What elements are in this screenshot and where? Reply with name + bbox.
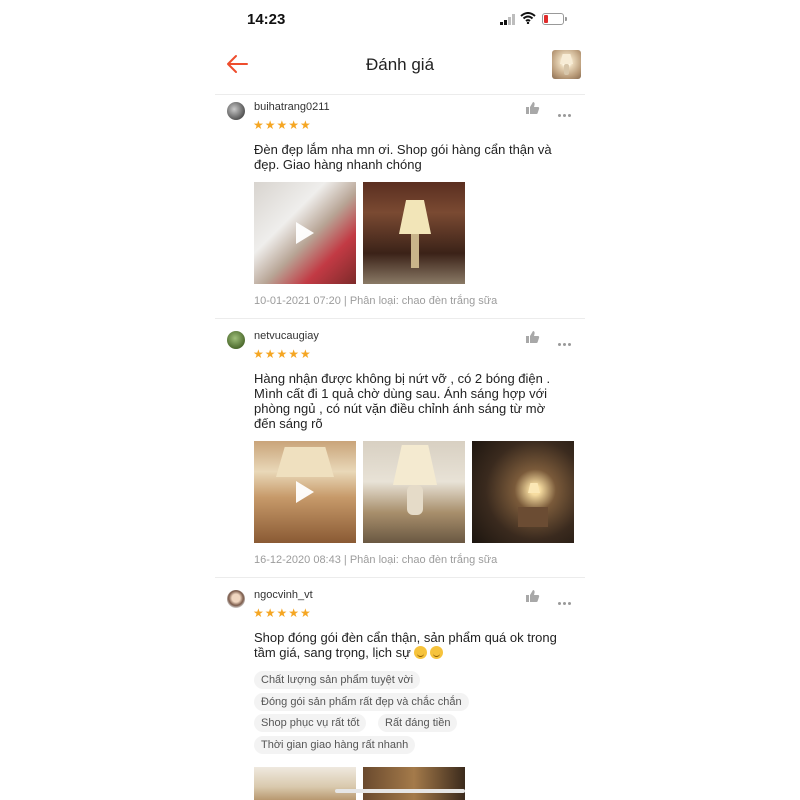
smile-emoji-icon	[429, 646, 443, 659]
like-icon[interactable]	[525, 589, 540, 603]
divider	[215, 318, 585, 319]
status-time: 14:23	[247, 11, 286, 28]
review-photo[interactable]	[472, 441, 574, 543]
review-username: buihatrang0211	[254, 101, 330, 113]
review-username: ngocvinh_vt	[254, 589, 313, 601]
review-tag: Chất lượng sản phẩm tuyệt vời	[254, 671, 421, 689]
avatar	[227, 102, 245, 120]
review-meta: 10-01-2021 07:20 | Phân loại: chao đèn t…	[254, 295, 498, 307]
more-icon[interactable]	[558, 104, 574, 117]
avatar	[227, 331, 245, 349]
review-text: Đèn đẹp lắm nha mn ơi. Shop gói hàng cẩn…	[254, 142, 552, 172]
review-text: Hàng nhận được không bị nứt vỡ , có 2 bó…	[254, 371, 551, 431]
like-icon[interactable]	[525, 101, 540, 115]
review-photo[interactable]	[363, 441, 465, 543]
review-photo[interactable]	[363, 767, 465, 800]
review-tag: Thời gian giao hàng rất nhanh	[254, 736, 416, 754]
rating-stars: ★★★★★	[253, 118, 312, 132]
home-indicator	[335, 789, 465, 793]
signal-icon	[500, 14, 515, 25]
divider	[215, 577, 585, 578]
rating-stars: ★★★★★	[253, 347, 312, 361]
review-tag: Đóng gói sản phẩm rất đẹp và chắc chắn	[254, 693, 469, 711]
rating-stars: ★★★★★	[253, 606, 312, 620]
play-icon	[296, 222, 314, 244]
avatar	[227, 590, 245, 608]
review-video[interactable]	[254, 182, 356, 284]
review-photo[interactable]	[363, 182, 465, 284]
review-meta: 16-12-2020 08:43 | Phân loại: chao đèn t…	[254, 554, 498, 566]
page-title: Đánh giá	[365, 55, 435, 74]
smile-emoji-icon	[413, 646, 427, 659]
review-tag: Shop phục vụ rất tốt	[254, 714, 367, 732]
review-video[interactable]	[254, 441, 356, 543]
review-tag: Rất đáng tiền	[378, 714, 458, 732]
battery-icon	[542, 13, 567, 25]
phone-screen: 14:23 Đánh giá buihatrang0211 ★★★★★ Đèn …	[215, 0, 585, 800]
review-photo[interactable]	[254, 767, 356, 800]
review-text-block: Shop đóng gói đèn cẩn thận, sản phẩm quá…	[254, 630, 564, 660]
more-icon[interactable]	[558, 333, 574, 346]
review-username: netvucaugiay	[254, 330, 319, 342]
play-icon	[296, 481, 314, 503]
product-thumbnail[interactable]	[552, 50, 581, 79]
wifi-icon	[520, 12, 536, 24]
more-icon[interactable]	[558, 592, 574, 605]
like-icon[interactable]	[525, 330, 540, 344]
divider	[215, 94, 585, 95]
review-text: Shop đóng gói đèn cẩn thận, sản phẩm quá…	[254, 630, 557, 660]
